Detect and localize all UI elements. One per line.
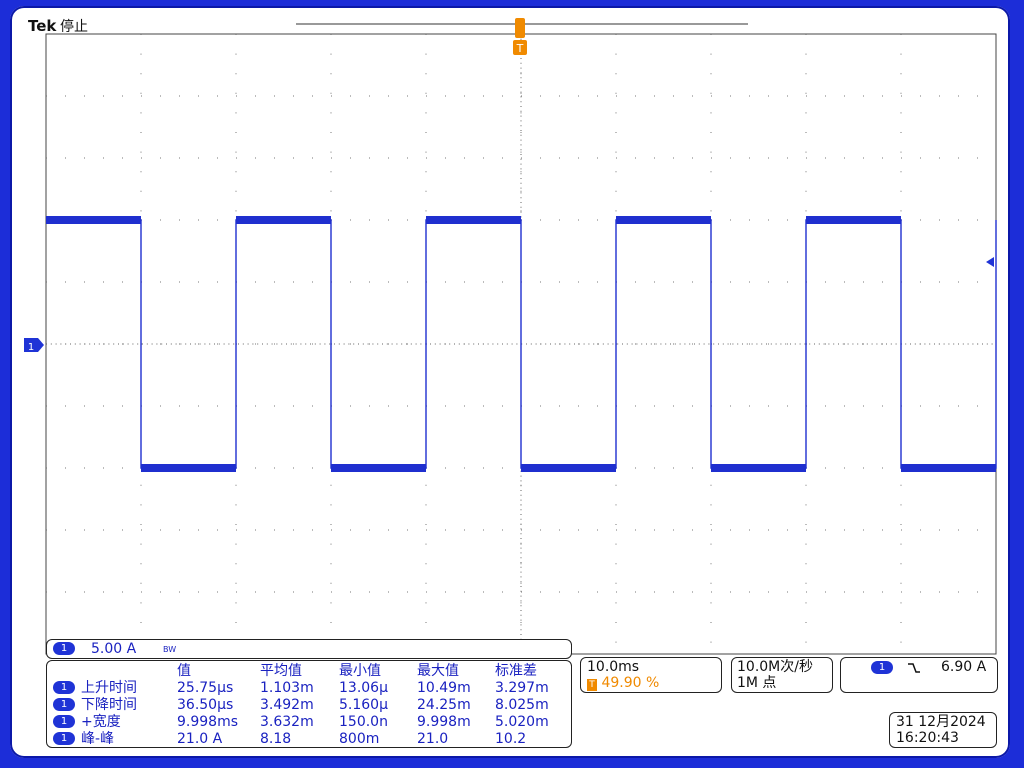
- measurement-row-peak-peak[interactable]: 1 峰-峰 21.0 A 8.18 800m 21.0 10.2: [51, 731, 567, 747]
- row-name: +宽度: [81, 714, 121, 730]
- sample-rate: 10.0M次/秒: [737, 659, 813, 675]
- datetime-panel: 31 12月2024 16:20:43: [889, 712, 997, 748]
- waveform-trace: [46, 216, 997, 472]
- row-mean: 3.632m: [260, 714, 314, 730]
- row-value: 36.50µs: [177, 697, 234, 713]
- col-mean: 平均值: [260, 663, 302, 679]
- row-stddev: 5.020m: [495, 714, 549, 730]
- waveform-edges: [46, 219, 997, 469]
- waveform-plateau: [331, 464, 426, 472]
- row-mean: 3.492m: [260, 697, 314, 713]
- row-stddev: 10.2: [495, 731, 527, 747]
- channel1-scale: 5.00 A: [91, 641, 137, 657]
- trigger-settings-panel[interactable]: 1 6.90 A: [840, 657, 998, 693]
- channel1-ground-marker[interactable]: 1: [24, 338, 44, 353]
- row-mean: 8.18: [260, 731, 292, 747]
- row-channel-badge: 1: [53, 732, 75, 745]
- svg-text:1: 1: [28, 342, 34, 353]
- timebase-value: 10.0ms: [587, 659, 640, 675]
- bandwidth-limit-icon: BW: [163, 645, 177, 654]
- trigger-marker-text: T: [516, 42, 524, 55]
- record-length: 1M 点: [737, 675, 777, 691]
- trigger-position-marker[interactable]: T: [513, 18, 527, 55]
- row-channel-badge: 1: [53, 681, 75, 694]
- row-max: 24.25m: [417, 697, 471, 713]
- row-name: 峰-峰: [81, 731, 115, 747]
- row-value: 9.998ms: [177, 714, 239, 730]
- waveform-plateau: [521, 464, 616, 472]
- trigger-level-arrow-icon[interactable]: [986, 257, 994, 267]
- col-min: 最小值: [339, 663, 381, 679]
- waveform-plateau: [806, 216, 901, 224]
- date-label: 31 12月2024: [896, 714, 986, 730]
- row-value: 21.0 A: [177, 731, 223, 747]
- trigger-level: 6.90 A: [941, 659, 987, 675]
- trigger-position-value: 49.90 %: [601, 675, 660, 691]
- trigger-position-readout: T 49.90 %: [587, 675, 659, 691]
- row-name: 上升时间: [81, 680, 137, 696]
- row-max: 21.0: [417, 731, 449, 747]
- oscilloscope-display: T 1 Tek 停止 1 5.00 A BW 值 平均值 最小值 最大值 标准差…: [0, 0, 1024, 768]
- row-stddev: 3.297m: [495, 680, 549, 696]
- row-min: 13.06µ: [339, 680, 388, 696]
- row-min: 800m: [339, 731, 380, 747]
- row-mean: 1.103m: [260, 680, 314, 696]
- row-value: 25.75µs: [177, 680, 234, 696]
- trigger-t-icon: T: [587, 679, 597, 691]
- measurement-row-rise[interactable]: 1 上升时间 25.75µs 1.103m 13.06µ 10.49m 3.29…: [51, 680, 567, 696]
- row-min: 5.160µ: [339, 697, 388, 713]
- row-name: 下降时间: [81, 697, 137, 713]
- timebase-panel[interactable]: 10.0ms T 49.90 %: [580, 657, 722, 693]
- waveform-plateau: [141, 464, 236, 472]
- time-label: 16:20:43: [896, 730, 959, 746]
- channel-scale-bar[interactable]: 1 5.00 A BW: [46, 639, 572, 659]
- measurement-panel[interactable]: 值 平均值 最小值 最大值 标准差 1 上升时间 25.75µs 1.103m …: [46, 660, 572, 748]
- col-stddev: 标准差: [495, 663, 537, 679]
- brand-label: Tek: [28, 17, 57, 35]
- acquisition-status: 停止: [60, 19, 88, 35]
- measurement-row-pos-width[interactable]: 1 +宽度 9.998ms 3.632m 150.0n 9.998m 5.020…: [51, 714, 567, 730]
- waveform-plateau: [46, 216, 141, 224]
- row-channel-badge: 1: [53, 698, 75, 711]
- waveform-plateau: [426, 216, 521, 224]
- row-min: 150.0n: [339, 714, 388, 730]
- col-max: 最大值: [417, 663, 459, 679]
- row-max: 9.998m: [417, 714, 471, 730]
- waveform-plateau: [901, 464, 996, 472]
- row-channel-badge: 1: [53, 715, 75, 728]
- col-value: 值: [177, 663, 191, 679]
- waveform-plateau: [616, 216, 711, 224]
- trigger-source-badge: 1: [871, 661, 893, 674]
- falling-edge-icon: [908, 663, 920, 673]
- channel1-badge: 1: [53, 642, 75, 655]
- measurement-row-fall[interactable]: 1 下降时间 36.50µs 3.492m 5.160µ 24.25m 8.02…: [51, 697, 567, 713]
- waveform-plateau: [236, 216, 331, 224]
- row-stddev: 8.025m: [495, 697, 549, 713]
- row-max: 10.49m: [417, 680, 471, 696]
- acquisition-panel[interactable]: 10.0M次/秒 1M 点: [731, 657, 833, 693]
- waveform-plateau: [711, 464, 806, 472]
